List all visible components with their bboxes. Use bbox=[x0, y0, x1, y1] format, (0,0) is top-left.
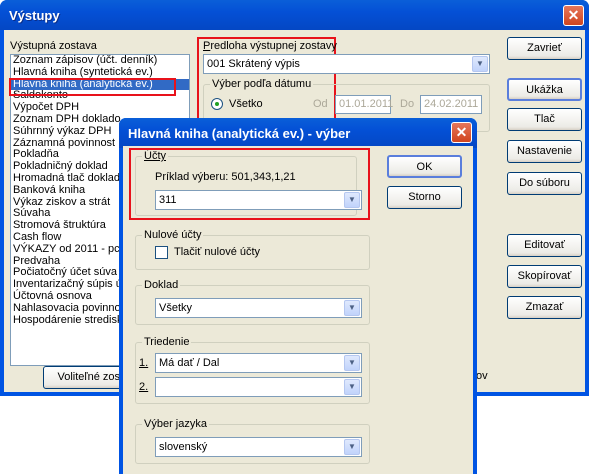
language-select[interactable]: slovenský ▼ bbox=[155, 437, 362, 457]
chevron-down-icon[interactable]: ▼ bbox=[344, 192, 360, 208]
dialog-close-button[interactable]: ✕ bbox=[451, 122, 472, 143]
from-label: Od bbox=[313, 98, 328, 110]
close-icon: ✕ bbox=[567, 7, 580, 23]
to-date-field[interactable]: 24.02.2011 bbox=[420, 95, 482, 114]
preview-button[interactable]: Ukážka bbox=[507, 78, 582, 101]
sort1-value: Má dať / Dal bbox=[159, 357, 220, 369]
example-text: Príklad výberu: 501,343,1,21 bbox=[155, 171, 296, 183]
all-radio-label: Všetko bbox=[229, 98, 263, 110]
settings-button[interactable]: Nastavenie bbox=[507, 140, 582, 163]
report-list-item[interactable]: Hlavná kniha (syntetická ev.) bbox=[11, 66, 189, 79]
doc-select[interactable]: Všetky ▼ bbox=[155, 298, 362, 318]
main-close-button[interactable]: ✕ bbox=[563, 5, 584, 26]
chevron-down-icon[interactable]: ▼ bbox=[344, 300, 360, 316]
optional-reports-button[interactable]: Voliteľné zos bbox=[43, 366, 123, 389]
report-highlight-box bbox=[9, 78, 176, 96]
print-zero-checkbox[interactable] bbox=[155, 246, 168, 259]
sort1-select[interactable]: Má dať / Dal ▼ bbox=[155, 353, 362, 373]
chevron-down-icon[interactable]: ▼ bbox=[344, 379, 360, 395]
sort2-select[interactable]: ▼ bbox=[155, 377, 362, 397]
sort2-number: 2. bbox=[139, 381, 149, 393]
edit-button[interactable]: Editovať bbox=[507, 234, 582, 257]
all-radio[interactable] bbox=[211, 98, 223, 110]
doc-value: Všetky bbox=[159, 302, 193, 314]
to-file-button[interactable]: Do súboru bbox=[507, 172, 582, 195]
ov-fragment: ov bbox=[476, 370, 488, 382]
print-zero-label: Tlačiť nulové účty bbox=[174, 246, 261, 258]
chevron-down-icon[interactable]: ▼ bbox=[344, 439, 360, 455]
dialog-title: Hlavná kniha (analytická ev.) - výber bbox=[119, 118, 477, 148]
print-button[interactable]: Tlač bbox=[507, 108, 582, 131]
chevron-down-icon[interactable]: ▼ bbox=[344, 355, 360, 371]
sort-label: Triedenie bbox=[142, 336, 192, 348]
cancel-button[interactable]: Storno bbox=[387, 186, 462, 209]
delete-button[interactable]: Zmazať bbox=[507, 296, 582, 319]
main-window-title: Výstupy bbox=[0, 0, 589, 30]
template-label: Predloha výstupnej zostavy bbox=[203, 40, 337, 52]
copy-button[interactable]: Skopírovať bbox=[507, 265, 582, 288]
accounts-input[interactable]: 311 ▼ bbox=[155, 190, 362, 210]
from-date-field[interactable]: 01.01.2011 bbox=[335, 95, 393, 114]
close-button[interactable]: Zavrieť bbox=[507, 37, 582, 60]
close-icon: ✕ bbox=[455, 124, 468, 140]
template-select[interactable]: 001 Skrátený výpis ▼ bbox=[203, 54, 490, 74]
ok-button[interactable]: OK bbox=[387, 155, 462, 178]
to-label: Do bbox=[400, 98, 415, 110]
language-value: slovenský bbox=[159, 441, 208, 453]
date-group-label: Výber podľa dátumu bbox=[210, 78, 314, 90]
template-value: 001 Skrátený výpis bbox=[207, 58, 300, 70]
sort1-number: 1. bbox=[139, 357, 149, 369]
doc-label: Doklad bbox=[142, 279, 181, 291]
chevron-down-icon[interactable]: ▼ bbox=[472, 56, 488, 72]
language-label: Výber jazyka bbox=[142, 418, 209, 430]
accounts-value: 311 bbox=[159, 194, 177, 206]
zero-accounts-label: Nulové účty bbox=[142, 229, 204, 241]
report-list-label: Výstupná zostava bbox=[10, 40, 97, 52]
